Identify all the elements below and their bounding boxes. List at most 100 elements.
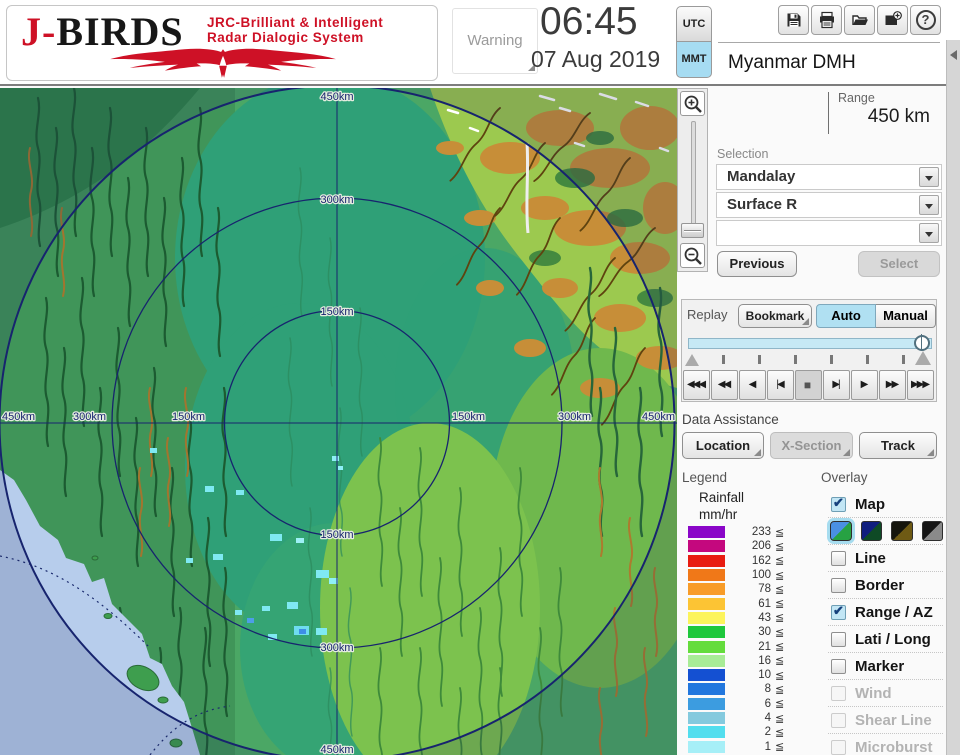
legend-row: 78 ≦ (688, 582, 800, 596)
overlay-item-wind: Wind (828, 680, 943, 707)
time-slider-track[interactable] (688, 338, 932, 349)
select-button[interactable]: Select (858, 251, 940, 277)
legend-value: 21 (758, 640, 771, 653)
replay-panel: Replay Bookmark Auto Manual ◀◀◀ ◀◀ ◀ |◀ … (681, 299, 937, 402)
clock-date: 07 Aug 2019 (531, 46, 661, 72)
microburst-checkbox (831, 739, 846, 755)
lte-symbol: ≦ (775, 683, 785, 696)
lte-symbol: ≦ (775, 583, 785, 596)
radar-map[interactable]: 450km 300km 150km 150km 300km 450km 450k… (0, 73, 710, 755)
step-forward-button[interactable]: ▶| (823, 370, 850, 400)
overlay-item-microburst: Microburst (828, 734, 943, 755)
legend-row: 30 ≦ (688, 625, 800, 639)
product-dropdown[interactable]: Surface R (716, 192, 942, 218)
warning-button[interactable]: Warning (452, 8, 538, 74)
legend-row: 10 ≦ (688, 668, 800, 682)
lte-symbol: ≦ (775, 655, 785, 668)
marker-checkbox[interactable] (831, 658, 846, 674)
map-style-swatch-1[interactable] (830, 521, 852, 541)
rewind-fast-button[interactable]: ◀◀◀ (683, 370, 710, 400)
play-reverse-button[interactable]: ◀ (739, 370, 766, 400)
site-dropdown-value: Mandalay (727, 168, 796, 185)
legend-label: Legend (682, 470, 728, 485)
track-button[interactable]: Track (859, 432, 937, 459)
wind-checkbox (831, 685, 846, 701)
previous-button[interactable]: Previous (717, 251, 797, 277)
logo-subtitle-line1: JRC-Brilliant & Intelligent (207, 15, 384, 30)
overlay-item-border[interactable]: Border (828, 572, 943, 599)
lte-symbol: ≦ (775, 741, 785, 754)
help-button[interactable]: ? (910, 5, 941, 35)
forward-fast-button[interactable]: ▶▶▶ (907, 370, 934, 400)
overlay-item-label: Shear Line (855, 711, 932, 729)
slider-tick (758, 355, 761, 364)
add-image-button[interactable] (877, 5, 908, 35)
site-dropdown[interactable]: Mandalay (716, 164, 942, 190)
save-button[interactable] (778, 5, 809, 35)
zoom-in-button[interactable] (680, 91, 705, 116)
legend-value: 2 (764, 726, 771, 739)
svg-text:150km: 150km (452, 411, 485, 423)
legend-color-swatch (688, 611, 725, 624)
legend-value: 4 (764, 712, 771, 724)
line-checkbox[interactable] (831, 550, 846, 566)
map-style-swatches (828, 518, 943, 545)
overlay-item-line[interactable]: Line (828, 545, 943, 572)
svg-text:300km: 300km (320, 194, 353, 206)
border-checkbox[interactable] (831, 577, 846, 593)
legend-value: 30 (758, 626, 771, 639)
print-button[interactable] (811, 5, 842, 35)
selection-label: Selection (717, 147, 769, 161)
overlay-item-map[interactable]: Map (828, 491, 943, 518)
utc-button[interactable]: UTC (676, 6, 712, 42)
panel-collapse-handle[interactable] (946, 40, 960, 755)
svg-text:450km: 450km (320, 744, 353, 755)
legend-title: Rainfall (699, 490, 745, 505)
overlay-panel: Map Line Border Range / AZ Lati / Long M… (828, 491, 943, 755)
site-dropdown-arrow-icon[interactable] (919, 167, 939, 187)
rewind-button[interactable]: ◀◀ (711, 370, 738, 400)
overlay-item-label: Wind (855, 684, 892, 702)
range-value: 450 km (867, 106, 930, 127)
svg-text:150km: 150km (320, 529, 353, 541)
toolbar: ? (778, 5, 941, 35)
lati-long-checkbox[interactable] (831, 631, 846, 647)
map-style-swatch-3[interactable] (891, 521, 913, 541)
overlay-item-label: Lati / Long (855, 630, 931, 648)
time-slider-thumb[interactable] (914, 334, 930, 351)
mmt-button[interactable]: MMT (676, 42, 712, 78)
step-back-button[interactable]: |◀ (767, 370, 794, 400)
open-folder-button[interactable] (844, 5, 875, 35)
map-style-swatch-4[interactable] (921, 521, 943, 541)
extra-dropdown-arrow-icon[interactable] (919, 223, 939, 243)
lte-symbol: ≦ (775, 726, 785, 739)
map-checkbox[interactable] (831, 495, 846, 512)
auto-mode-button[interactable]: Auto (816, 304, 876, 328)
x-section-button[interactable]: X-Section (770, 432, 853, 459)
map-style-swatch-2[interactable] (860, 521, 882, 541)
play-button[interactable]: ▶ (851, 370, 878, 400)
shear-line-checkbox (831, 712, 846, 728)
bookmark-button[interactable]: Bookmark (738, 304, 812, 328)
overlay-item-range-az[interactable]: Range / AZ (828, 599, 943, 626)
overlay-item-shear-line: Shear Line (828, 707, 943, 734)
location-button[interactable]: Location (682, 432, 764, 459)
forward-button[interactable]: ▶▶ (879, 370, 906, 400)
product-dropdown-arrow-icon[interactable] (919, 195, 939, 215)
overlay-item-marker[interactable]: Marker (828, 653, 943, 680)
zoom-slider-thumb[interactable] (681, 223, 704, 238)
zoom-out-button[interactable] (680, 243, 705, 268)
range-az-checkbox[interactable] (831, 603, 846, 620)
stop-button[interactable]: ■ (795, 370, 822, 400)
radar-map-canvas: 450km 300km 150km 150km 300km 450km 450k… (0, 73, 710, 755)
lte-symbol: ≦ (775, 698, 785, 711)
lte-symbol: ≦ (775, 626, 785, 639)
zoom-slider-track[interactable] (691, 121, 696, 231)
legend-row: 233 ≦ (688, 525, 800, 539)
overlay-item-label: Line (855, 549, 886, 567)
legend-value: 61 (758, 597, 771, 610)
overlay-item-lati-long[interactable]: Lati / Long (828, 626, 943, 653)
manual-mode-button[interactable]: Manual (876, 304, 936, 328)
lte-symbol: ≦ (775, 669, 785, 682)
extra-dropdown[interactable] (716, 220, 942, 246)
